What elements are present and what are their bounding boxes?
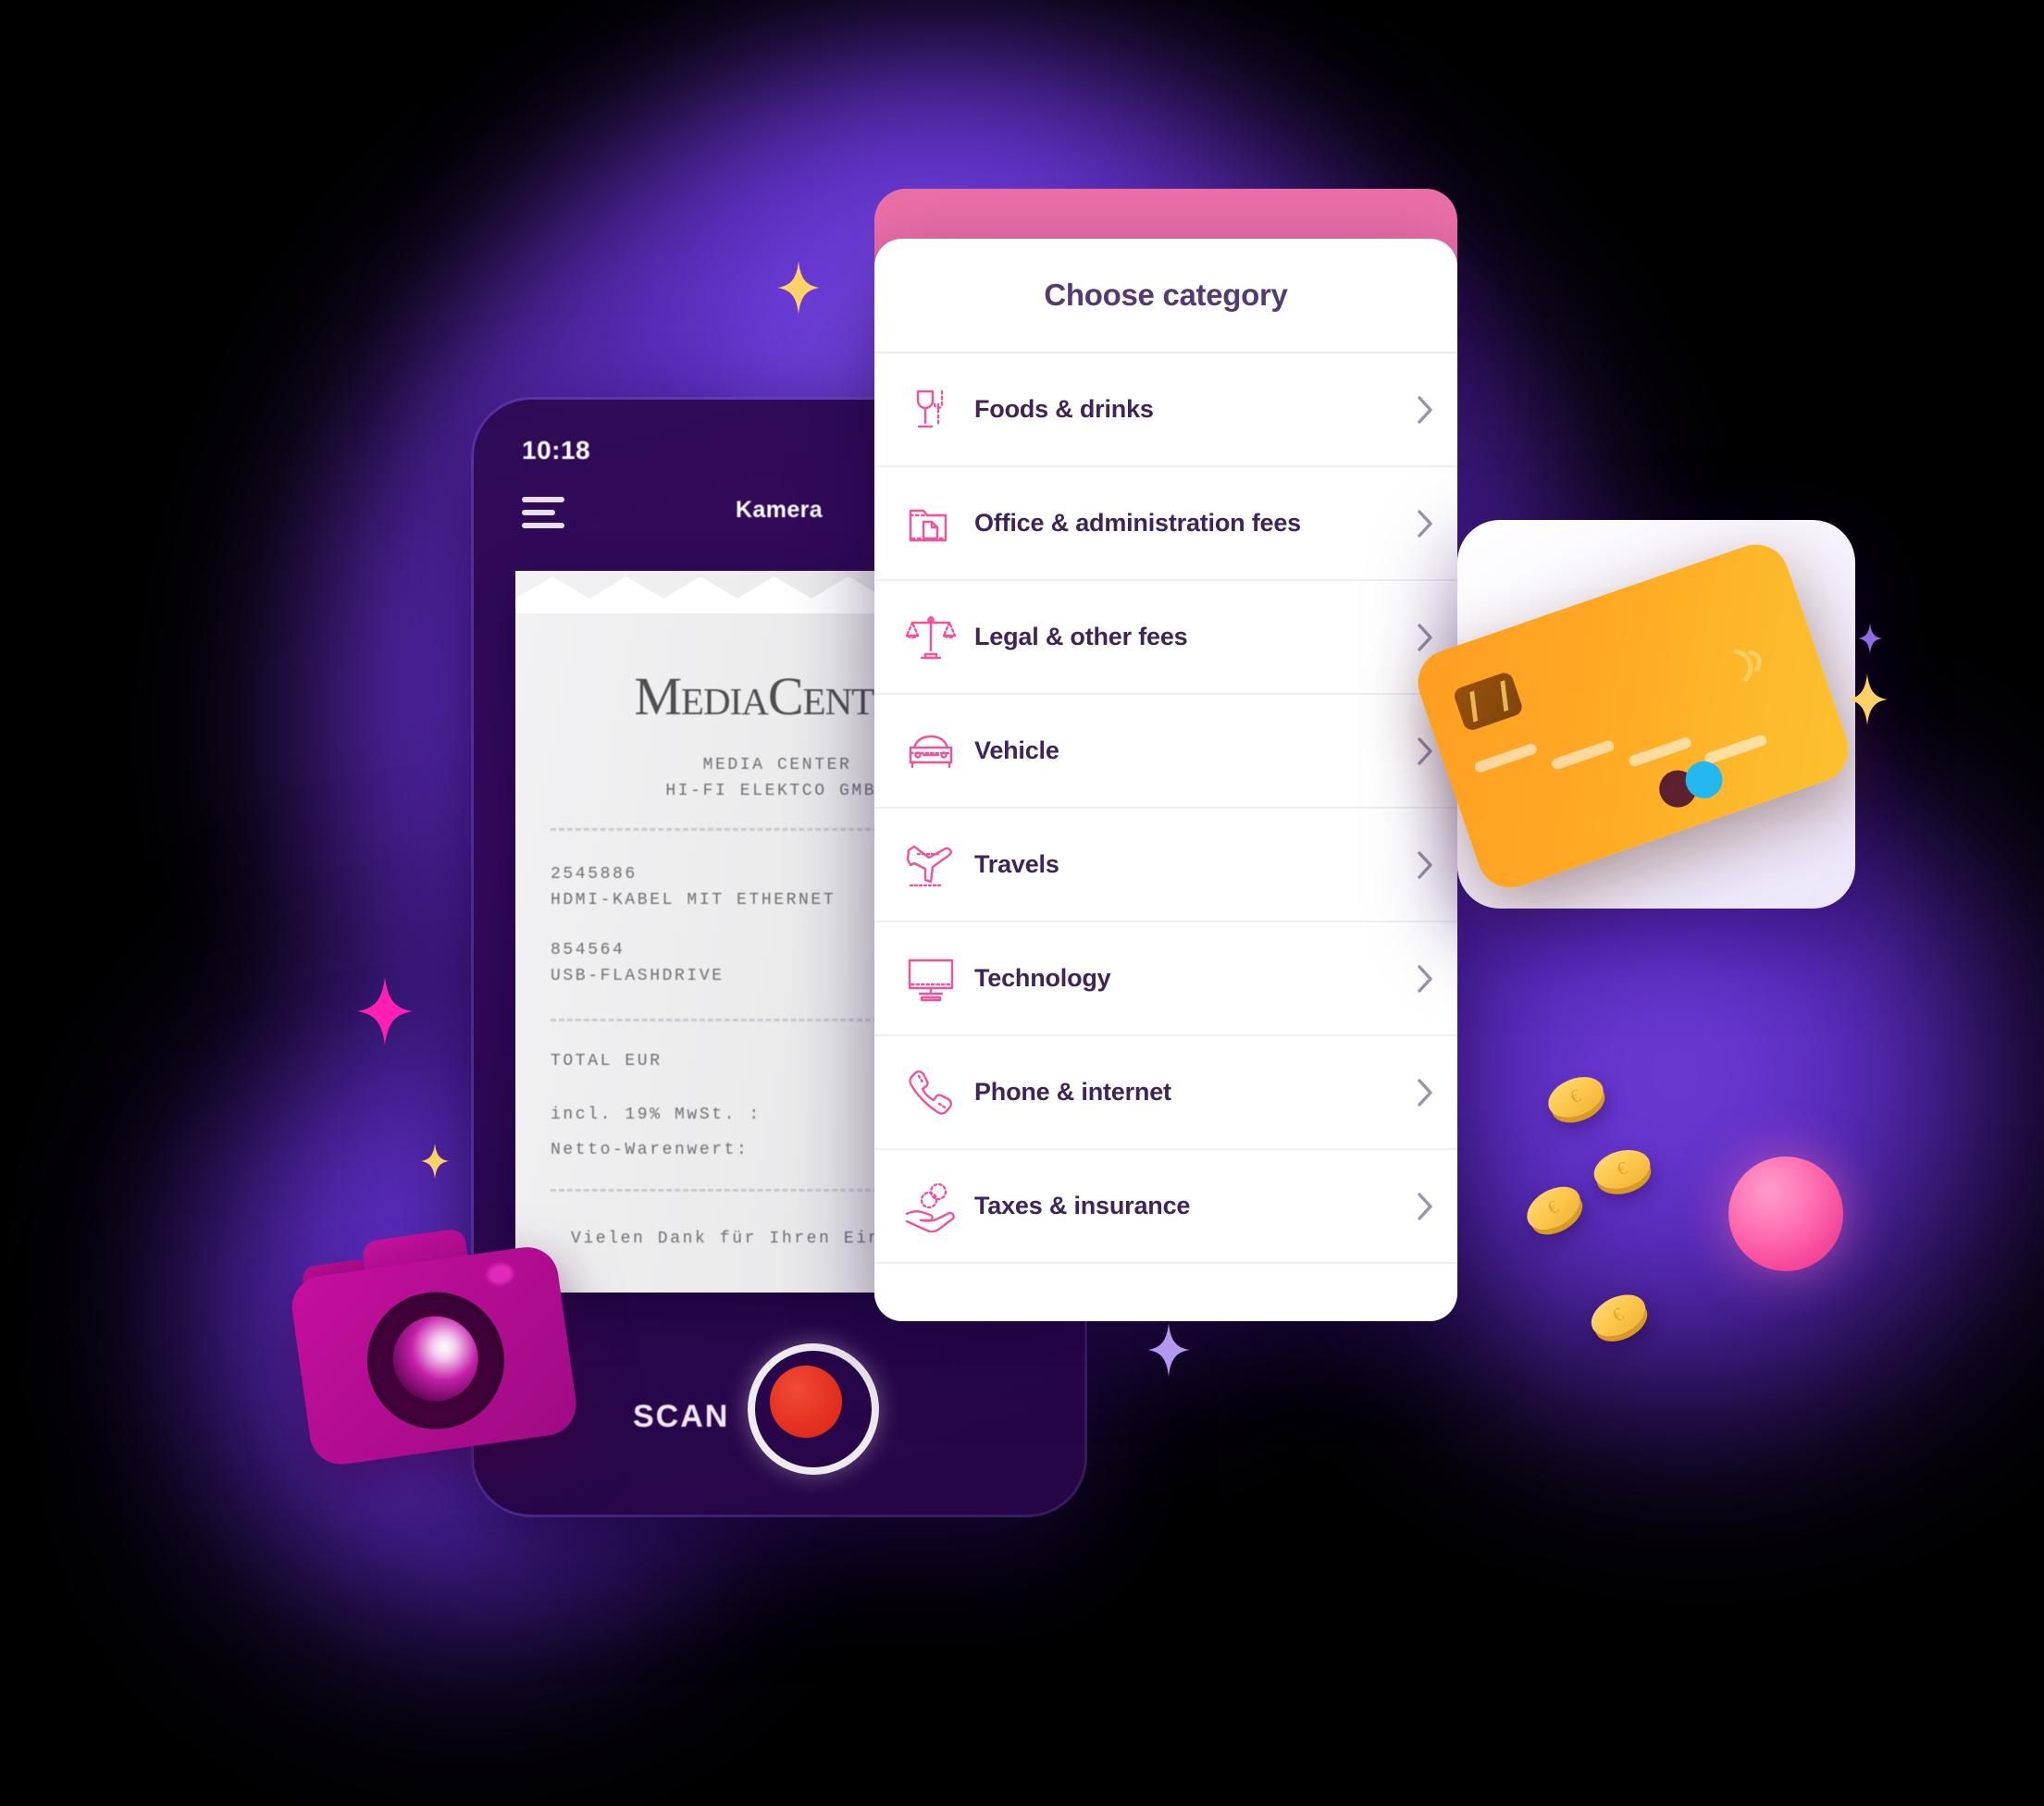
desktop-monitor-icon [895,953,967,1005]
category-item-vehicle[interactable]: Vehicle [874,695,1457,809]
chevron-right-icon [1393,963,1457,995]
receipt-total-label: TOTAL EUR [551,1052,663,1070]
category-item-taxes-insurance[interactable]: Taxes & insurance [874,1150,1457,1264]
receipt-item-code: 2545886 [551,865,638,884]
chevron-right-icon [1393,849,1457,881]
card-number-block [1473,742,1539,774]
category-item-travels[interactable]: Travels [874,809,1457,922]
receipt-item-description: USB-FLASHDRIVE [551,967,725,985]
category-item-label: Vehicle [974,736,1059,764]
receipt-item-description: HDMI-KABEL MIT ETHERNET [551,891,836,909]
category-item-phone-internet[interactable]: Phone & internet [874,1036,1457,1150]
folder-document-icon [895,498,967,550]
camera-shutter-icon[interactable] [748,1343,879,1475]
receipt-item-code: 854564 [551,941,626,959]
euro-coin [1589,1144,1655,1195]
category-list: Foods & drinks Office & administration f… [874,352,1457,1264]
car-front-icon [895,725,967,777]
category-item-label: Technology [974,964,1111,992]
card-chip-icon [1452,670,1525,733]
telephone-handset-icon [895,1067,967,1119]
category-item-label: Phone & internet [974,1078,1171,1106]
euro-coin [1584,1286,1653,1345]
category-item-technology[interactable]: Technology [874,922,1457,1036]
scales-of-justice-icon [895,612,967,663]
chevron-right-icon [1393,508,1457,539]
airplane-icon [895,839,967,891]
category-item-legal-other-fees[interactable]: Legal & other fees [874,581,1457,695]
chevron-right-icon [1393,1191,1457,1222]
card-network-logo [1654,755,1731,813]
wine-glass-fork-icon [895,384,967,436]
category-item-label: Office & administration fees [974,509,1301,537]
category-item-label: Taxes & insurance [974,1192,1191,1219]
pink-sphere [1728,1157,1843,1271]
camera-illustration [283,1208,581,1475]
euro-coin [1519,1178,1588,1239]
receipt-net-line: Netto-Warenwert: [551,1141,749,1159]
category-item-label: Legal & other fees [974,623,1188,650]
yellow-star-sparkle [1847,674,1888,725]
card-number-block [1628,736,1693,768]
status-bar-time: 10:18 [522,436,591,464]
purple-star-sparkle [1147,1323,1190,1377]
category-item-foods-drinks[interactable]: Foods & drinks [874,353,1457,467]
category-item-office-administration-fees[interactable]: Office & administration fees [874,467,1457,581]
card-title: Choose category [1044,278,1288,312]
chevron-right-icon [1393,1077,1457,1108]
receipt-tax-line: incl. 19% MwSt. : [551,1106,762,1124]
category-item-label: Foods & drinks [974,395,1154,423]
chevron-right-icon [1393,394,1457,426]
scan-label: SCAN [633,1399,730,1434]
shutter-core [770,1366,842,1438]
card-number-block [1550,738,1616,772]
hand-with-coins-icon [895,1181,967,1232]
purple-star-sparkle [1858,623,1882,654]
category-item-label: Travels [974,850,1059,878]
euro-coin [1542,1069,1610,1126]
choose-category-card: Choose category Foods & drinks Office & … [874,239,1457,1321]
scene: 10:18 Kamera MediaCenter MEDIA CENTER HI… [0,0,2044,1806]
contactless-icon [1723,632,1783,689]
camera-lens-highlight [387,1310,484,1407]
yellow-star-sparkle [421,1144,449,1179]
magenta-star-sparkle [357,977,413,1045]
yellow-star-sparkle [777,261,820,315]
